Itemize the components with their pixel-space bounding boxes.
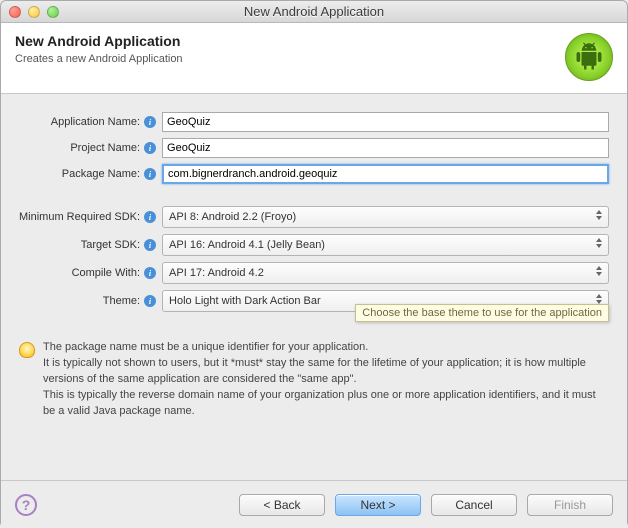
tooltip: Choose the base theme to use for the app… (355, 304, 609, 322)
cancel-button[interactable]: Cancel (431, 494, 517, 516)
min-sdk-value: API 8: Android 2.2 (Froyo) (169, 211, 296, 223)
label-package-name: Package Name: (19, 168, 140, 180)
titlebar: New Android Application (1, 1, 627, 23)
window-title: New Android Application (1, 4, 627, 19)
info-icon[interactable]: i (144, 267, 156, 279)
label-project-name: Project Name: (19, 142, 140, 154)
compile-with-value: API 17: Android 4.2 (169, 267, 264, 279)
chevron-updown-icon (596, 238, 602, 248)
label-target-sdk: Target SDK: (19, 239, 140, 251)
label-min-sdk: Minimum Required SDK: (19, 211, 140, 223)
label-theme: Theme: (19, 295, 140, 307)
info-icon[interactable]: i (144, 211, 156, 223)
hint-box: The package name must be a unique identi… (19, 340, 609, 420)
info-icon[interactable]: i (144, 239, 156, 251)
next-button[interactable]: Next > (335, 494, 421, 516)
chevron-updown-icon (596, 266, 602, 276)
help-icon[interactable]: ? (15, 494, 37, 516)
chevron-updown-icon (596, 210, 602, 220)
compile-with-select[interactable]: API 17: Android 4.2 (162, 262, 609, 284)
wizard-footer: ? < Back Next > Cancel Finish (1, 480, 627, 528)
chevron-updown-icon (596, 294, 602, 304)
label-application-name: Application Name: (19, 116, 140, 128)
back-button[interactable]: < Back (239, 494, 325, 516)
info-icon[interactable]: i (144, 295, 156, 307)
target-sdk-value: API 16: Android 4.1 (Jelly Bean) (169, 239, 325, 251)
project-name-input[interactable] (162, 138, 609, 158)
hint-text: The package name must be a unique identi… (43, 340, 609, 420)
theme-value: Holo Light with Dark Action Bar (169, 295, 321, 307)
min-sdk-select[interactable]: API 8: Android 2.2 (Froyo) (162, 206, 609, 228)
page-title: New Android Application (15, 33, 183, 49)
form-content: Application Name: i Project Name: i Pack… (1, 94, 627, 480)
wizard-header: New Android Application Creates a new An… (1, 23, 627, 94)
info-icon[interactable]: i (144, 116, 156, 128)
info-icon[interactable]: i (144, 168, 156, 180)
label-compile-with: Compile With: (19, 267, 140, 279)
package-name-input[interactable] (162, 164, 609, 184)
info-icon[interactable]: i (144, 142, 156, 154)
lightbulb-icon (19, 342, 35, 358)
page-subtitle: Creates a new Android Application (15, 53, 183, 65)
target-sdk-select[interactable]: API 16: Android 4.1 (Jelly Bean) (162, 234, 609, 256)
finish-button: Finish (527, 494, 613, 516)
android-icon (565, 33, 613, 81)
application-name-input[interactable] (162, 112, 609, 132)
